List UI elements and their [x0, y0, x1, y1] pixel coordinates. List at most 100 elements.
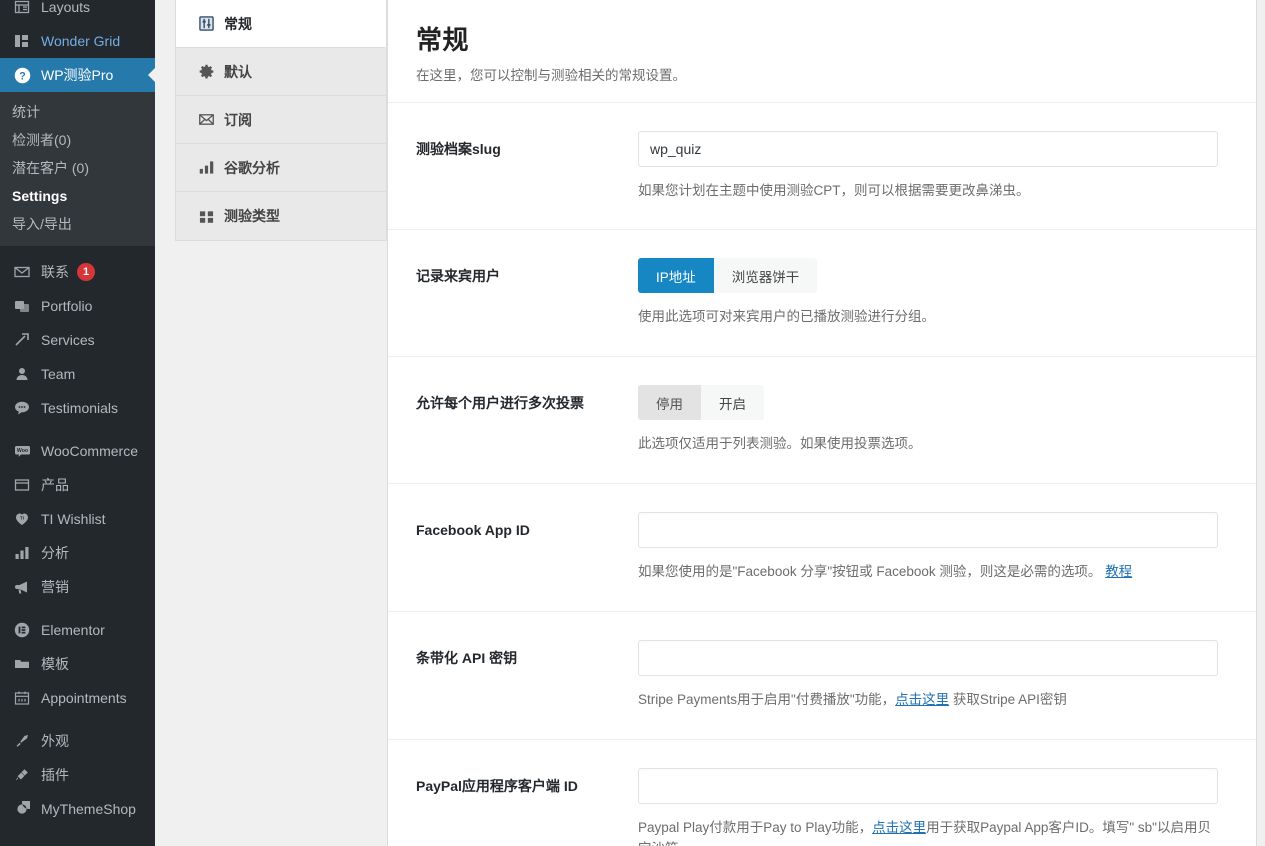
sidebar-divider — [0, 246, 155, 255]
sidebar-item-label: 营销 — [41, 579, 69, 595]
sidebar-item-woocommerce[interactable]: Woo WooCommerce — [0, 434, 155, 468]
multivote-toggle-group: 停用 开启 — [638, 385, 764, 421]
calendar-icon — [12, 688, 32, 708]
stripe-api-key-input[interactable] — [638, 640, 1218, 677]
sidebar-item-portfolio[interactable]: Portfolio — [0, 289, 155, 323]
sidebar-item-mythemeshop[interactable]: MyThemeShop — [0, 792, 155, 826]
field-help-text: 使用此选项可对来宾用户的已播放测验进行分组。 — [638, 309, 935, 325]
multivote-option-enable[interactable]: 开启 — [701, 385, 764, 421]
tab-label: 默认 — [224, 63, 252, 80]
field-row-facebook-app-id: Facebook App ID 如果您使用的是"Facebook 分享"按钮或 … — [388, 484, 1256, 613]
sliders-icon — [198, 15, 215, 32]
bar-chart-icon — [198, 159, 215, 176]
tab-quiz-types[interactable]: 测验类型 — [176, 192, 386, 240]
sidebar-item-analytics[interactable]: 分析 — [0, 536, 155, 570]
sidebar-item-marketing[interactable]: 营销 — [0, 570, 155, 604]
sidebar-item-templates[interactable]: 模板 — [0, 647, 155, 681]
field-control: 如果您使用的是"Facebook 分享"按钮或 Facebook 测验，则这是必… — [638, 512, 1228, 583]
mythemeshop-icon — [12, 799, 32, 819]
sidebar-item-label: Testimonials — [41, 400, 119, 416]
help-text-before: Stripe Payments用于启用"付费播放"功能， — [638, 692, 896, 708]
sidebar-item-wp-quiz-pro[interactable]: ? WP测验Pro — [0, 58, 155, 92]
sidebar-item-team[interactable]: Team — [0, 357, 155, 391]
box-icon — [12, 475, 32, 495]
sidebar-item-services[interactable]: Services — [0, 323, 155, 357]
submenu-item-stats[interactable]: 统计 — [0, 98, 155, 126]
sidebar-submenu-wp-quiz-pro: 统计 检测者(0) 潜在客户 (0) Settings 导入/导出 — [0, 92, 155, 246]
field-help-text: 此选项仅适用于列表测验。如果使用投票选项。 — [638, 436, 922, 452]
sidebar-item-label: Appointments — [41, 690, 127, 706]
multivote-option-disable[interactable]: 停用 — [638, 385, 701, 421]
guest-user-toggle-group: IP地址 浏览器饼干 — [638, 258, 818, 294]
field-help-text: 如果您计划在主题中使用测验CPT，则可以根据需要更改鼻涕虫。 — [638, 182, 1030, 198]
tab-label: 谷歌分析 — [224, 159, 280, 176]
quiz-slug-input[interactable] — [638, 130, 1218, 167]
field-control: IP地址 浏览器饼干 使用此选项可对来宾用户的已播放测验进行分组。 — [638, 258, 1228, 328]
hammer-icon — [12, 330, 32, 350]
field-row-paypal-client-id: PayPal应用程序客户端 ID Paypal Play付款用于Pay to P… — [388, 740, 1256, 846]
sidebar-item-testimonials[interactable]: Testimonials — [0, 391, 155, 425]
sidebar-item-label: 外观 — [41, 733, 69, 749]
help-text-after: 获取Stripe API密钥 — [949, 692, 1067, 708]
sidebar-item-contact[interactable]: 联系 1 — [0, 255, 155, 289]
submenu-item-leads[interactable]: 潜在客户 (0) — [0, 154, 155, 182]
field-help-text: Stripe Payments用于启用"付费播放"功能，点击这里 获取Strip… — [638, 690, 1218, 711]
page-subtitle: 在这里，您可以控制与测验相关的常规设置。 — [416, 67, 686, 83]
submenu-item-settings[interactable]: Settings — [0, 182, 155, 210]
field-control: Paypal Play付款用于Pay to Play功能，点击这里用于获取Pay… — [638, 768, 1228, 846]
sidebar-item-layouts[interactable]: Layouts — [0, 0, 155, 24]
guest-option-browser-cookie[interactable]: 浏览器饼干 — [713, 258, 818, 294]
tab-google-analytics[interactable]: 谷歌分析 — [176, 144, 386, 192]
facebook-app-id-input[interactable] — [638, 512, 1218, 549]
stripe-link[interactable]: 点击这里 — [895, 692, 949, 707]
admin-sidebar: 评论 Layouts Wonder Grid ? WP测验Pro 统计 检测者(… — [0, 0, 155, 846]
sidebar-item-label: 分析 — [41, 545, 69, 561]
layouts-icon — [12, 0, 32, 17]
field-help-text: 如果您使用的是"Facebook 分享"按钮或 Facebook 测验，则这是必… — [638, 562, 1218, 583]
field-control: 停用 开启 此选项仅适用于列表测验。如果使用投票选项。 — [638, 385, 1228, 455]
guest-option-ip-address[interactable]: IP地址 — [638, 258, 714, 294]
sidebar-divider — [0, 604, 155, 613]
sidebar-item-label: WP测验Pro — [41, 67, 114, 83]
help-text-before: 如果您使用的是"Facebook 分享"按钮或 Facebook 测验，则这是必… — [638, 564, 1102, 580]
sidebar-item-label: 产品 — [41, 477, 69, 493]
question-mark-icon: ? — [12, 65, 32, 85]
person-icon — [12, 364, 32, 384]
sidebar-item-label: Wonder Grid — [41, 33, 121, 49]
grid-icon — [12, 31, 32, 51]
tab-subscribe[interactable]: 订阅 — [176, 96, 386, 144]
field-label: 测验档案slug — [416, 140, 501, 157]
facebook-tutorial-link[interactable]: 教程 — [1105, 564, 1132, 579]
sidebar-item-label: 联系 — [41, 264, 69, 280]
submenu-item-testers[interactable]: 检测者(0) — [0, 126, 155, 154]
sidebar-divider — [0, 715, 155, 724]
tab-default[interactable]: 默认 — [176, 48, 386, 96]
submenu-item-import-export[interactable]: 导入/导出 — [0, 210, 155, 238]
folder-icon — [12, 654, 32, 674]
sidebar-item-appointments[interactable]: Appointments — [0, 681, 155, 715]
sidebar-item-label: 模板 — [41, 656, 69, 672]
field-label: 允许每个用户进行多次投票 — [416, 395, 584, 412]
sidebar-item-ti-wishlist[interactable]: TI TI Wishlist — [0, 502, 155, 536]
field-row-multiple-votes: 允许每个用户进行多次投票 停用 开启 此选项仅适用于列表测验。如果使用投票选项。 — [388, 357, 1256, 485]
field-label: 条带化 API 密钥 — [416, 650, 518, 667]
sidebar-item-wonder-grid[interactable]: Wonder Grid — [0, 24, 155, 58]
sidebar-item-label: TI Wishlist — [41, 511, 106, 527]
sidebar-item-products[interactable]: 产品 — [0, 468, 155, 502]
sidebar-item-label: Elementor — [41, 622, 105, 638]
sidebar-item-plugins[interactable]: 插件 — [0, 758, 155, 792]
svg-text:TI: TI — [20, 516, 24, 521]
paypal-link[interactable]: 点击这里 — [872, 820, 926, 835]
field-label: 记录来宾用户 — [416, 268, 500, 285]
sidebar-item-label: MyThemeShop — [41, 801, 136, 817]
sidebar-item-label: Layouts — [41, 0, 91, 15]
envelope-icon — [198, 111, 215, 128]
gear-icon — [198, 63, 215, 80]
help-text-before: Paypal Play付款用于Pay to Play功能， — [638, 820, 873, 836]
paypal-client-id-input[interactable] — [638, 768, 1218, 805]
speech-bubble-icon — [12, 398, 32, 418]
sidebar-item-elementor[interactable]: Elementor — [0, 613, 155, 647]
tab-label: 常规 — [224, 15, 252, 32]
tab-general[interactable]: 常规 — [176, 0, 386, 48]
sidebar-item-appearance[interactable]: 外观 — [0, 724, 155, 758]
